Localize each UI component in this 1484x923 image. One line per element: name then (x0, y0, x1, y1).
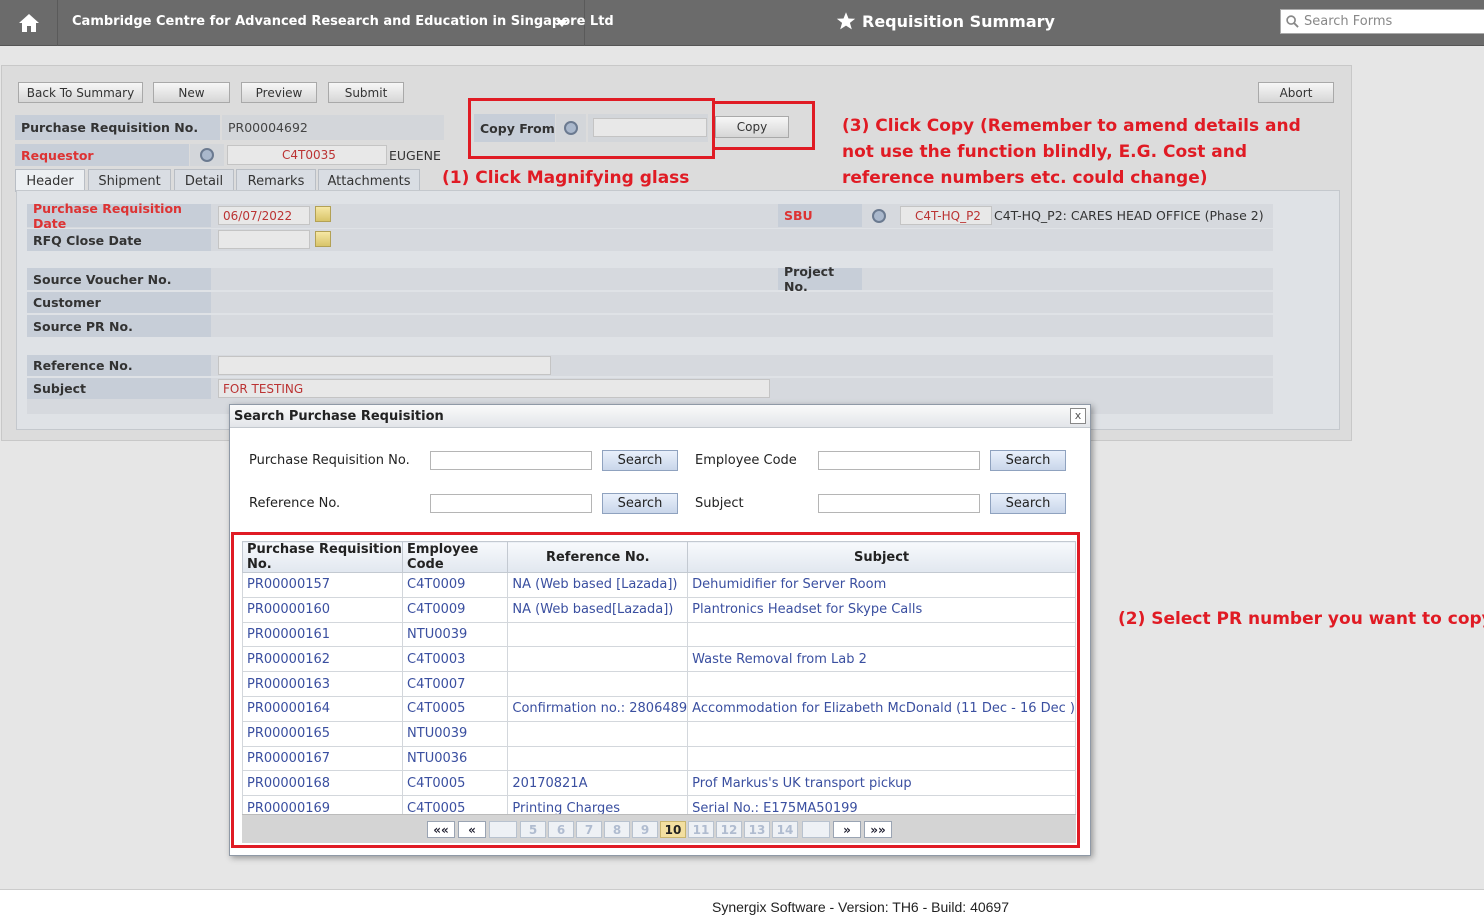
subject-field[interactable]: FOR TESTING (218, 379, 770, 398)
pr-number-label: Purchase Requisition No. (15, 115, 220, 140)
home-icon[interactable] (0, 0, 58, 46)
tab-remarks[interactable]: Remarks (236, 169, 316, 192)
requestor-name: EUGENE (389, 148, 441, 163)
top-bar: Cambridge Centre for Advanced Research a… (0, 0, 1484, 46)
rfq-close-date-label: RFQ Close Date (27, 229, 211, 251)
dlg-pr-no-label: Purchase Requisition No. (249, 453, 410, 468)
requestor-label: Requestor (15, 144, 189, 166)
close-icon[interactable]: x (1070, 408, 1086, 424)
calendar-icon[interactable] (315, 206, 331, 222)
tab-shipment[interactable]: Shipment (88, 169, 171, 192)
version-text: Synergix Software - Version: TH6 - Build… (712, 899, 1010, 915)
pr-number-value: PR00004692 (222, 115, 444, 140)
star-icon (836, 12, 856, 30)
pr-date-label: Purchase Requisition Date (27, 201, 211, 231)
back-to-summary-button[interactable]: Back To Summary (18, 82, 143, 103)
search-forms-input[interactable]: Search Forms (1280, 9, 1484, 34)
new-button[interactable]: New (153, 82, 230, 103)
abort-button[interactable]: Abort (1258, 82, 1334, 103)
requestor-code-field[interactable]: C4T0035 (227, 145, 387, 165)
annotation-box-results (231, 532, 1080, 848)
company-selector[interactable]: Cambridge Centre for Advanced Research a… (58, 0, 614, 46)
dlg-emp-code-input[interactable] (818, 451, 980, 470)
footer: Synergix Software - Version: TH6 - Build… (0, 889, 1484, 923)
reference-no-label: Reference No. (27, 355, 211, 376)
dlg-emp-code-label: Employee Code (695, 453, 797, 468)
dlg-pr-no-input[interactable] (430, 451, 592, 470)
company-name: Cambridge Centre for Advanced Research a… (72, 14, 614, 29)
submit-button[interactable]: Submit (328, 82, 404, 103)
dlg-pr-no-search-button[interactable]: Search (602, 450, 678, 471)
tab-detail[interactable]: Detail (174, 169, 234, 192)
sbu-label: SBU (778, 204, 862, 227)
magnifier-icon (872, 209, 886, 223)
annotation-step2: (2) Select PR number you want to copy (1118, 609, 1484, 629)
calendar-icon[interactable] (315, 231, 331, 247)
page-title: Requisition Summary (836, 11, 1055, 31)
project-no-label: Project No. (778, 264, 862, 294)
annotation-box-copy (712, 101, 815, 150)
search-icon (1286, 15, 1299, 28)
pr-date-field[interactable]: 06/07/2022 (218, 206, 310, 225)
annotation-step3: (3) Click Copy (Remember to amend detail… (842, 116, 1301, 188)
subject-label: Subject (27, 378, 211, 399)
customer-label: Customer (27, 292, 211, 313)
chevron-down-icon (556, 20, 568, 27)
annotation-step1: (1) Click Magnifying glass (442, 168, 690, 188)
dlg-subject-input[interactable] (818, 494, 980, 513)
sbu-lookup-button[interactable] (864, 205, 894, 227)
source-voucher-label: Source Voucher No. (27, 268, 211, 290)
dlg-subject-label: Subject (695, 496, 744, 511)
dialog-title: Search Purchase Requisition (230, 405, 1090, 428)
tab-header[interactable]: Header (15, 169, 85, 192)
source-pr-label: Source PR No. (27, 315, 211, 337)
magnifier-icon (200, 148, 214, 162)
dlg-emp-code-search-button[interactable]: Search (990, 450, 1066, 471)
dlg-ref-no-input[interactable] (430, 494, 592, 513)
dlg-ref-no-label: Reference No. (249, 496, 341, 511)
dlg-ref-no-search-button[interactable]: Search (602, 493, 678, 514)
preview-button[interactable]: Preview (241, 82, 317, 103)
sbu-code-field[interactable]: C4T-HQ_P2 (900, 206, 992, 225)
annotation-box-copy-from (468, 98, 715, 159)
dlg-subject-search-button[interactable]: Search (990, 493, 1066, 514)
requestor-lookup-button[interactable] (190, 144, 224, 166)
tab-attachments[interactable]: Attachments (318, 169, 420, 192)
reference-no-field[interactable] (218, 356, 551, 375)
rfq-close-date-field[interactable] (218, 230, 310, 249)
sbu-description: C4T-HQ_P2: CARES HEAD OFFICE (Phase 2) (994, 208, 1264, 223)
